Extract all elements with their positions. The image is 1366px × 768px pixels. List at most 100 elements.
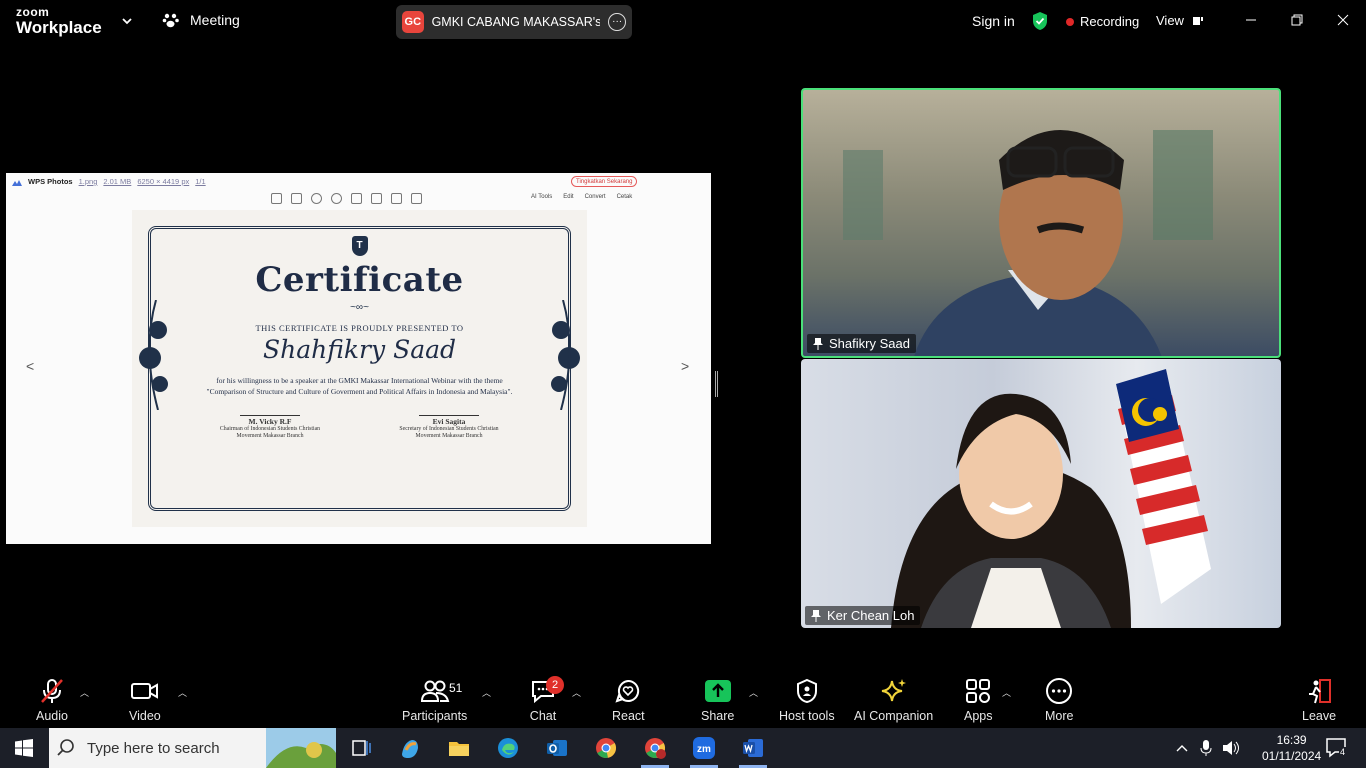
word-icon[interactable] [741, 736, 765, 760]
participants-icon [420, 680, 449, 702]
wps-print: Cetak [616, 194, 633, 200]
delete-icon [411, 193, 422, 204]
host-shield-icon [796, 678, 817, 704]
split-view-handle[interactable] [715, 371, 718, 397]
wps-ai-tools: AI Tools [531, 194, 553, 200]
more-icon [1046, 678, 1073, 704]
host-tools-button[interactable]: Host tools [779, 678, 835, 723]
file-explorer-icon[interactable] [447, 736, 471, 760]
video-tile-1[interactable]: Shafikry Saad [801, 88, 1281, 358]
wps-upgrade-button: Tingkatkan Sekarang [571, 176, 638, 187]
more-button[interactable]: More [1045, 678, 1073, 723]
wps-edit: Edit [563, 194, 574, 200]
screen-share-indicator[interactable]: GC GMKI CABANG MAKASSAR's scr ··· [396, 5, 632, 39]
fit-icon [291, 193, 302, 204]
sign-in-link[interactable]: Sign in [972, 13, 1015, 29]
zoom-app-icon[interactable]: zm [692, 736, 716, 760]
zoom-out-icon [331, 193, 342, 204]
system-clock[interactable]: 16:39 01/11/2024 [1262, 732, 1321, 764]
chevron-up-icon[interactable] [1176, 743, 1188, 753]
participant-nameplate: Shafikry Saad [807, 334, 916, 353]
svg-text:zm: zm [697, 744, 711, 755]
participant-name: Shafikry Saad [829, 336, 910, 351]
title-ornament: ~∞~ [350, 302, 369, 313]
outlook-icon[interactable] [545, 736, 569, 760]
certificate-title: Certificate [255, 260, 464, 300]
certificate-recipient: Shahfikry Saad [262, 335, 457, 364]
restore-icon[interactable] [1287, 10, 1307, 30]
windows-start-icon[interactable] [15, 739, 33, 757]
recording-indicator[interactable]: Recording [1066, 14, 1139, 29]
file-icon [391, 193, 402, 204]
wps-actions: AI Tools Edit Convert Cetak [531, 194, 632, 200]
zoom-in-icon [311, 193, 322, 204]
apps-label: Apps [964, 709, 993, 723]
next-image-icon: > [681, 358, 690, 374]
signature-line [240, 415, 300, 416]
windows-taskbar: Type here to search zm 16:39 01/11/2024 … [0, 728, 1366, 768]
search-icon [57, 739, 74, 756]
participants-options-caret-icon[interactable]: ︿ [482, 686, 491, 699]
chat-unread-badge: 2 [546, 676, 564, 694]
view-menu[interactable]: View [1156, 13, 1204, 28]
wps-toolbar: AI Tools Edit Convert Cetak [6, 190, 711, 210]
recording-dot [1066, 17, 1074, 26]
react-button[interactable]: React [612, 678, 645, 723]
participant-nameplate: Ker Chean Loh [805, 606, 921, 625]
meeting-menu[interactable]: Meeting [162, 12, 240, 28]
heart-icon [615, 679, 640, 703]
camera-icon [130, 683, 158, 699]
video-options-caret-icon[interactable]: ︿ [178, 686, 187, 699]
signature-name: M. Vicky R.F [248, 417, 292, 426]
volume-icon[interactable] [1222, 740, 1240, 756]
clock-date: 01/11/2024 [1262, 749, 1322, 763]
chrome-profile-icon[interactable] [643, 736, 667, 760]
taskbar-search[interactable]: Type here to search [49, 728, 336, 768]
fullscreen-icon [271, 193, 282, 204]
malaysia-flag [1116, 369, 1211, 604]
share-avatar: GC [402, 11, 424, 33]
audio-options-caret-icon[interactable]: ︿ [80, 686, 89, 699]
task-view-icon[interactable] [349, 736, 373, 760]
minimize-icon[interactable] [1241, 10, 1261, 30]
pin-icon [813, 337, 823, 350]
microphone-icon[interactable] [1200, 740, 1212, 756]
leave-button[interactable]: Leave [1302, 678, 1336, 723]
react-label: React [612, 709, 645, 723]
signature-role: Secretary of Indonesian Students Christi… [399, 425, 499, 440]
prev-image-icon: < [26, 358, 35, 374]
ai-companion-button[interactable]: AI Companion [854, 678, 933, 723]
video-button[interactable]: Video [129, 678, 161, 723]
participants-label: Participants [402, 709, 468, 723]
share-options-caret-icon[interactable]: ︿ [749, 686, 758, 699]
chat-options-caret-icon[interactable]: ︿ [572, 686, 581, 699]
close-icon[interactable] [1333, 10, 1353, 30]
wps-page: 1/1 [195, 177, 206, 186]
chrome-icon[interactable] [594, 736, 618, 760]
share-button[interactable]: Share [701, 678, 734, 723]
apps-options-caret-icon[interactable]: ︿ [1002, 686, 1011, 699]
share-screen-icon [704, 680, 731, 702]
more-options-icon[interactable]: ··· [608, 13, 626, 31]
microphone-muted-icon [41, 679, 63, 703]
certificate-image: T Certificate ~∞~ THIS CERTIFICATE IS PR… [132, 210, 587, 527]
signature-left: M. Vicky R.F Chairman of Indonesian Stud… [215, 415, 325, 441]
certificate-body: for his willingness to be a speaker at t… [206, 376, 513, 396]
view-layout-icon [1192, 16, 1203, 25]
copilot-icon[interactable] [398, 736, 422, 760]
certificate-content: T Certificate ~∞~ THIS CERTIFICATE IS PR… [162, 236, 557, 501]
host-tools-label: Host tools [779, 709, 835, 723]
copy-icon [371, 193, 382, 204]
video-tile-2[interactable]: Ker Chean Loh [801, 359, 1281, 628]
video-label: Video [129, 709, 161, 723]
notification-center[interactable]: 4 [1326, 738, 1348, 763]
brand-bottom: Workplace [16, 18, 102, 37]
apps-button[interactable]: Apps [964, 678, 993, 723]
notification-count: 4 [1339, 747, 1347, 757]
edge-icon[interactable] [496, 736, 520, 760]
chevron-down-icon[interactable] [120, 14, 134, 28]
paw-icon [162, 13, 179, 28]
audio-button[interactable]: Audio [36, 678, 68, 723]
security-shield-icon[interactable] [1031, 11, 1049, 31]
leave-label: Leave [1302, 709, 1337, 723]
